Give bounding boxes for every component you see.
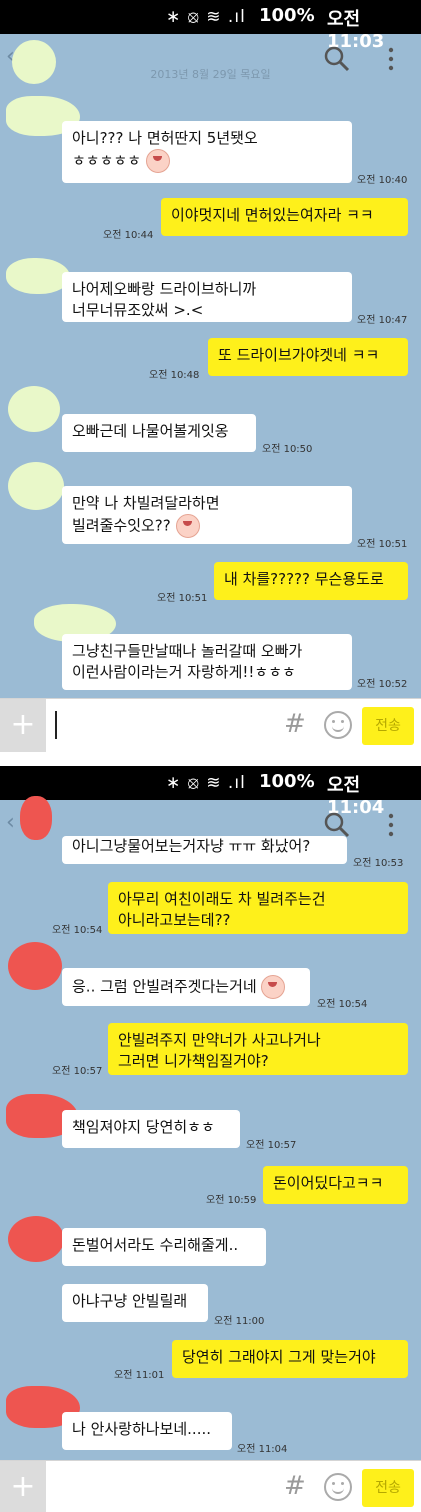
censored-avatar [8, 942, 62, 990]
hash-icon[interactable]: # [284, 709, 306, 739]
message-time: 오전 10:48 [149, 370, 200, 381]
message-time: 오전 10:54 [52, 925, 103, 936]
censored-avatar [12, 40, 56, 84]
message-time: 오전 10:44 [103, 230, 154, 241]
emoticon-icon [145, 149, 170, 173]
incoming-message[interactable]: 오빠근데 나물어볼게잇옹 [62, 414, 256, 452]
emoticon-icon [261, 975, 286, 999]
message-time: 오전 10:53 [353, 858, 404, 869]
battery-level: 100% [259, 5, 315, 26]
attach-plus-button[interactable]: + [0, 1461, 46, 1512]
chat-screenshot-2: ∗ ⦻ ≋ .ıl 100% 오전 11:04 아니그냥물어보는거자냥 ㅠㅠ 화… [0, 766, 421, 1512]
incoming-message[interactable]: 아냐구냥 안빌릴래 [62, 1284, 208, 1322]
message-time: 오전 10:54 [317, 999, 368, 1010]
message-time: 오전 10:50 [262, 444, 313, 455]
status-icons: ∗ ⦻ ≋ .ıl [166, 773, 246, 793]
message-input-bar: + # 전송 [0, 698, 421, 752]
status-icons: ∗ ⦻ ≋ .ıl [166, 7, 246, 27]
incoming-message[interactable]: 그냥친구들만날때나 놀러갈때 오빠가 이런사람이라는거 자랑하게!!ㅎㅎㅎ [62, 634, 352, 690]
text-cursor [55, 711, 57, 739]
incoming-message[interactable]: 나 안사랑하나보네..... [62, 1412, 232, 1450]
incoming-message[interactable]: 나어제오빠랑 드라이브하니까 너무너뮤조았써 >.< [62, 272, 352, 322]
more-menu-icon[interactable] [384, 812, 398, 838]
message-time: 오전 10:51 [357, 539, 408, 550]
message-time: 오전 10:59 [206, 1195, 257, 1206]
search-icon[interactable] [322, 810, 352, 840]
back-arrow-icon[interactable]: ‹ [6, 810, 15, 835]
message-time: 오전 10:40 [357, 175, 408, 186]
incoming-message[interactable]: 돈벌어서라도 수리해줄게.. [62, 1228, 266, 1266]
message-input-bar: + # 전송 [0, 1460, 421, 1512]
hash-icon[interactable]: # [284, 1471, 306, 1501]
censored-avatar [8, 386, 60, 432]
chat-screenshot-1: ∗ ⦻ ≋ .ıl 100% 오전 11:03 ‹ 2013년 8월 29일 목… [0, 0, 421, 752]
outgoing-message[interactable]: 당연히 그래야지 그게 맞는거야 [172, 1340, 408, 1378]
outgoing-message[interactable]: 안빌려주지 만약너가 사고나거나 그러면 니가책임질거야? [108, 1023, 408, 1075]
attach-plus-button[interactable]: + [0, 699, 46, 752]
incoming-message[interactable]: 응.. 그럼 안빌려주겟다는거네 [62, 968, 310, 1006]
send-button[interactable]: 전송 [362, 707, 414, 745]
outgoing-message[interactable]: 내 차를????? 무슨용도로 [214, 562, 408, 600]
outgoing-message[interactable]: 돈이어딨다고ㅋㅋ [263, 1166, 408, 1204]
censored-avatar [6, 258, 70, 294]
incoming-message[interactable]: 책임져야지 당연히ㅎㅎ [62, 1110, 240, 1148]
message-time: 오전 10:51 [157, 593, 208, 604]
emoticon-picker-icon[interactable] [324, 1473, 352, 1501]
message-time: 오전 11:01 [114, 1370, 165, 1381]
status-bar: ∗ ⦻ ≋ .ıl 100% 오전 11:04 [0, 766, 421, 818]
battery-level: 100% [259, 771, 315, 792]
message-time: 오전 10:47 [357, 315, 408, 326]
chat-header: ‹ [0, 800, 421, 850]
censored-avatar [20, 796, 52, 840]
outgoing-message[interactable]: 또 드라이브가야겟네 ㅋㅋ [208, 338, 408, 376]
message-text: 응.. 그럼 안빌려주겟다는거네 [72, 977, 257, 996]
message-input[interactable] [54, 709, 278, 745]
emoticon-picker-icon[interactable] [324, 711, 352, 739]
censored-avatar [8, 1216, 64, 1262]
outgoing-message[interactable]: 아무리 여친이래도 차 빌려주는건 아니라고보는데?? [108, 882, 408, 934]
message-input[interactable] [54, 1471, 278, 1507]
message-time: 오전 10:57 [246, 1140, 297, 1151]
emoticon-icon [175, 514, 200, 538]
outgoing-message[interactable]: 이야멋지네 면허있는여자라 ㅋㅋ [161, 198, 408, 236]
date-separator: 2013년 8월 29일 목요일 [150, 68, 271, 81]
censored-avatar [8, 462, 64, 510]
message-time: 오전 10:52 [357, 679, 408, 690]
message-time: 오전 10:57 [52, 1066, 103, 1077]
send-button[interactable]: 전송 [362, 1469, 414, 1507]
status-bar: ∗ ⦻ ≋ .ıl 100% 오전 11:03 [0, 0, 421, 52]
message-time: 오전 11:00 [214, 1316, 265, 1327]
incoming-message[interactable]: 아니??? 나 면허딴지 5년됏오 ㅎㅎㅎㅎㅎ [62, 121, 352, 183]
incoming-message[interactable]: 만약 나 차빌려달라하면 빌려줄수잇오?? [62, 486, 352, 544]
message-time: 오전 11:04 [237, 1444, 288, 1455]
